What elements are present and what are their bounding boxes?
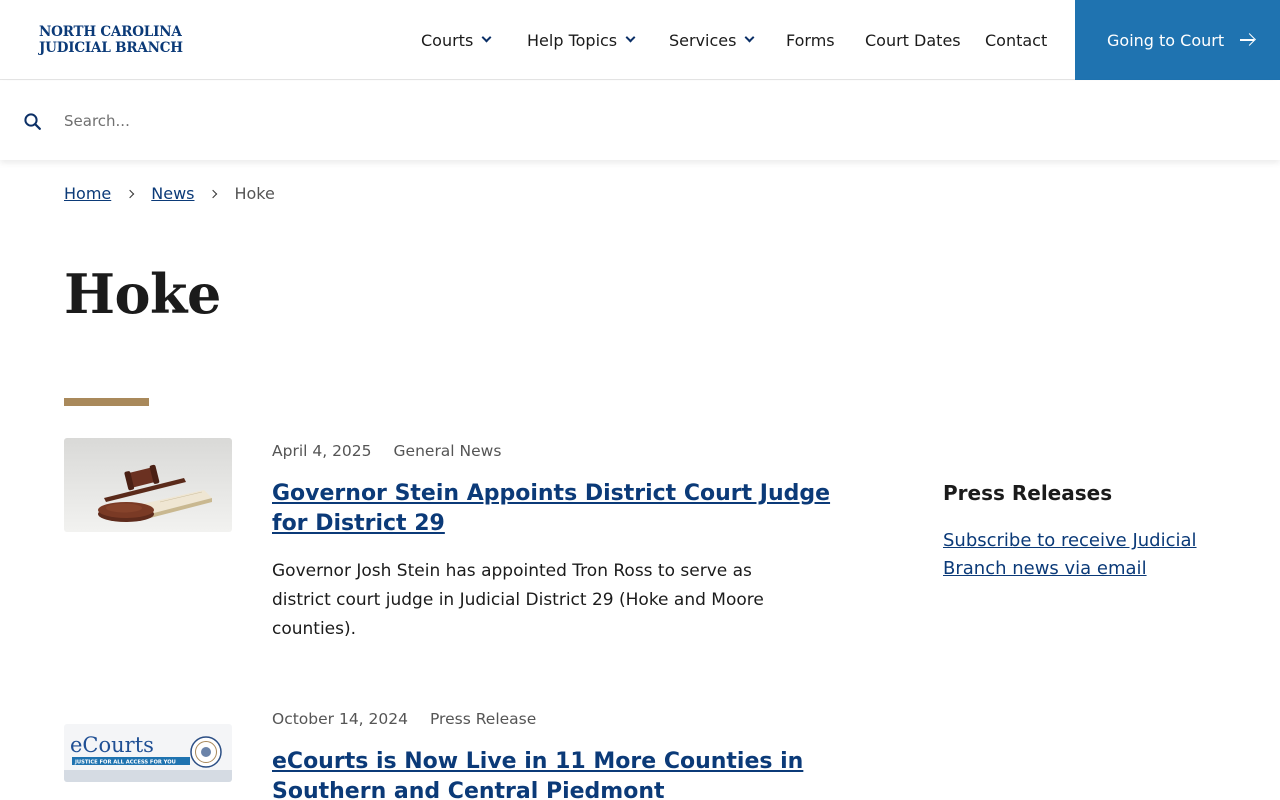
nav-contact[interactable]: Contact xyxy=(985,30,1047,50)
news-item-date: April 4, 2025 xyxy=(272,442,372,460)
chevron-down-icon xyxy=(481,32,492,43)
search-icon[interactable] xyxy=(24,113,41,130)
news-item-meta: October 14, 2024 Press Release xyxy=(272,710,536,728)
nav-forms[interactable]: Forms xyxy=(786,30,835,50)
breadcrumb-news-link[interactable]: News xyxy=(151,184,194,203)
gavel-image[interactable] xyxy=(64,438,232,532)
ecourts-tagline-text: JUSTICE FOR ALL ACCESS FOR YOU xyxy=(74,760,176,766)
logo-line-1: NORTH CAROLINA xyxy=(39,24,182,40)
news-item-summary: Governor Josh Stein has appointed Tron R… xyxy=(272,561,764,639)
nav-help-topics-label: Help Topics xyxy=(527,30,618,50)
arrow-right-icon xyxy=(1240,34,1255,46)
news-item: eCourts JUSTICE FOR ALL ACCESS FOR YOU O… xyxy=(64,706,824,800)
ecourts-logo-image[interactable]: eCourts JUSTICE FOR ALL ACCESS FOR YOU xyxy=(64,724,232,782)
site-header: NORTH CAROLINA JUDICIAL BRANCH Courts He… xyxy=(0,0,1280,80)
news-item: April 4, 2025 General News Governor Stein… xyxy=(64,438,830,658)
breadcrumb: Home News Hoke xyxy=(64,184,275,203)
subscribe-link[interactable]: Subscribe to receive Judicial Branch new… xyxy=(943,527,1233,583)
site-logo[interactable]: NORTH CAROLINA JUDICIAL BRANCH xyxy=(39,24,183,56)
nav-court-dates[interactable]: Court Dates xyxy=(865,30,961,50)
news-item-title-link[interactable]: Governor Stein Appoints District Court J… xyxy=(272,479,832,539)
chevron-down-icon xyxy=(745,32,755,43)
nav-courts[interactable]: Courts xyxy=(421,30,492,50)
nav-forms-label: Forms xyxy=(786,30,835,50)
news-item-title-link[interactable]: eCourts is Now Live in 11 More Counties … xyxy=(272,747,832,800)
nav-services-label: Services xyxy=(669,30,737,50)
chevron-down-icon xyxy=(625,32,636,43)
ecourts-brand-text: eCourts xyxy=(70,733,154,757)
accent-divider xyxy=(64,398,149,406)
going-to-court-label: Going to Court xyxy=(1107,30,1225,50)
chevron-right-icon xyxy=(126,189,135,198)
press-releases-heading: Press Releases xyxy=(943,481,1113,505)
news-item-category: Press Release xyxy=(429,710,537,728)
chevron-right-icon xyxy=(209,189,218,198)
nav-help-topics[interactable]: Help Topics xyxy=(527,30,636,50)
breadcrumb-current: Hoke xyxy=(234,184,275,203)
going-to-court-button[interactable]: Going to Court xyxy=(1075,0,1280,80)
news-item-category: General News xyxy=(393,442,502,460)
search-bar xyxy=(0,81,1280,160)
news-item-meta: April 4, 2025 General News xyxy=(272,442,501,460)
nav-courts-label: Courts xyxy=(421,30,474,50)
page-title: Hoke xyxy=(64,262,221,326)
nav-services[interactable]: Services xyxy=(669,30,755,50)
nav-court-dates-label: Court Dates xyxy=(865,30,961,50)
logo-line-2: JUDICIAL BRANCH xyxy=(39,40,183,56)
news-item-date: October 14, 2024 xyxy=(272,710,408,728)
breadcrumb-home-link[interactable]: Home xyxy=(64,184,111,203)
search-input[interactable] xyxy=(64,109,764,133)
nav-contact-label: Contact xyxy=(985,30,1048,50)
